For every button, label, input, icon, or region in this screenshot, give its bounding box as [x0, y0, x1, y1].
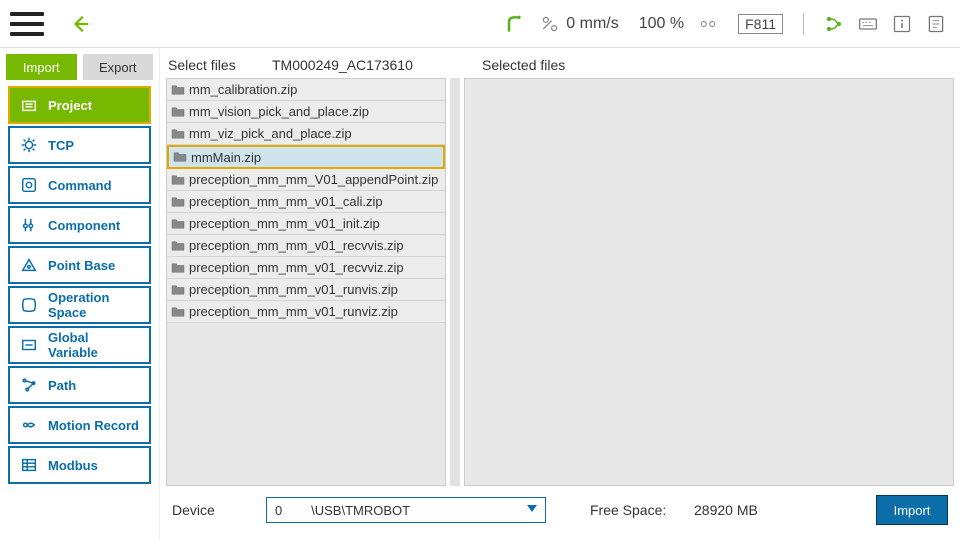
nav-icon: [20, 456, 38, 474]
file-icon: [171, 306, 185, 318]
nav-icon: [20, 296, 38, 314]
scrollbar[interactable]: [450, 78, 460, 486]
info-icon[interactable]: [892, 14, 912, 34]
file-name: preception_mm_mm_v01_runvis.zip: [189, 282, 398, 297]
file-name: preception_mm_mm_v01_init.zip: [189, 216, 380, 231]
link-icon: [698, 14, 718, 34]
file-name: preception_mm_mm_V01_appendPoint.zip: [189, 172, 438, 187]
file-name: mmMain.zip: [191, 150, 261, 165]
file-name: preception_mm_mm_v01_runviz.zip: [189, 304, 398, 319]
file-row[interactable]: preception_mm_mm_v01_recvvis.zip: [167, 235, 445, 257]
file-name: mm_vision_pick_and_place.zip: [189, 104, 369, 119]
nav-label: Command: [48, 178, 112, 193]
nav-icon: [20, 216, 38, 234]
file-icon: [173, 151, 187, 163]
selected-files-list[interactable]: [464, 78, 954, 486]
file-icon: [171, 106, 185, 118]
file-row[interactable]: preception_mm_mm_V01_appendPoint.zip: [167, 169, 445, 191]
device-dropdown[interactable]: 0 \USB\TMROBOT: [266, 497, 546, 523]
current-dir: TM000249_AC173610: [272, 57, 474, 73]
nav-item-motion-record[interactable]: Motion Record: [8, 406, 151, 444]
percent-value: 100 %: [639, 15, 684, 33]
file-icon: [171, 128, 185, 140]
nav-item-project[interactable]: Project: [8, 86, 151, 124]
file-icon: [171, 174, 185, 186]
file-icon: [171, 284, 185, 296]
nav-item-global-variable[interactable]: Global Variable: [8, 326, 151, 364]
nav-icon: [20, 376, 38, 394]
file-list[interactable]: mm_calibration.zip mm_vision_pick_and_pla…: [166, 78, 446, 486]
keyboard-icon[interactable]: [858, 14, 878, 34]
nav-label: Project: [48, 98, 92, 113]
divider: [803, 13, 804, 35]
tab-export[interactable]: Export: [83, 54, 154, 80]
file-row[interactable]: preception_mm_mm_v01_recvviz.zip: [167, 257, 445, 279]
file-row[interactable]: mm_viz_pick_and_place.zip: [167, 123, 445, 145]
nav-icon: [20, 96, 38, 114]
file-icon: [171, 262, 185, 274]
file-row[interactable]: mm_calibration.zip: [167, 79, 445, 101]
menu-icon[interactable]: [10, 12, 44, 36]
tab-import[interactable]: Import: [6, 54, 77, 80]
footer-bar: Device 0 \USB\TMROBOT Free Space: 28920 …: [166, 486, 954, 534]
file-name: preception_mm_mm_v01_recvviz.zip: [189, 260, 404, 275]
import-button[interactable]: Import: [876, 495, 948, 525]
sidebar: Import Export Project TCP Command Component…: [0, 48, 160, 540]
nav-label: Component: [48, 218, 120, 233]
back-icon[interactable]: [70, 13, 92, 35]
selected-files-label: Selected files: [474, 57, 954, 73]
top-toolbar: 0 mm/s 100 % F811: [0, 0, 960, 48]
file-row[interactable]: mm_vision_pick_and_place.zip: [167, 101, 445, 123]
nav-label: Point Base: [48, 258, 115, 273]
list-header: Select files TM000249_AC173610 Selected …: [166, 48, 954, 78]
nav-item-modbus[interactable]: Modbus: [8, 446, 151, 484]
nav-icon: [20, 256, 38, 274]
branch-icon[interactable]: [824, 14, 844, 34]
file-name: preception_mm_mm_v01_recvvis.zip: [189, 238, 404, 253]
status-code: F811: [738, 14, 783, 34]
file-icon: [171, 84, 185, 96]
robot-status-icon: [504, 14, 524, 34]
file-name: mm_calibration.zip: [189, 82, 297, 97]
nav-item-path[interactable]: Path: [8, 366, 151, 404]
nav-label: Operation Space: [48, 290, 139, 320]
free-space-label: Free Space:: [590, 502, 680, 518]
nav-label: Global Variable: [48, 330, 139, 360]
chevron-down-icon: [527, 505, 537, 512]
nav-label: Path: [48, 378, 76, 393]
nav-item-command[interactable]: Command: [8, 166, 151, 204]
file-row[interactable]: preception_mm_mm_v01_runvis.zip: [167, 279, 445, 301]
select-files-label: Select files: [168, 57, 272, 73]
nav-icon: [20, 416, 38, 434]
speed-icon: [538, 14, 562, 34]
file-icon: [171, 240, 185, 252]
file-icon: [171, 218, 185, 230]
nav-icon: [20, 176, 38, 194]
nav-icon: [20, 136, 38, 154]
file-row[interactable]: preception_mm_mm_v01_init.zip: [167, 213, 445, 235]
main-panel: Select files TM000249_AC173610 Selected …: [160, 48, 960, 540]
file-name: preception_mm_mm_v01_cali.zip: [189, 194, 383, 209]
nav-item-component[interactable]: Component: [8, 206, 151, 244]
nav-icon: [20, 336, 38, 354]
file-name: mm_viz_pick_and_place.zip: [189, 126, 352, 141]
file-row[interactable]: mmMain.zip: [167, 145, 445, 169]
nav-item-point-base[interactable]: Point Base: [8, 246, 151, 284]
feed-rate: 0 mm/s: [538, 14, 618, 34]
file-row[interactable]: preception_mm_mm_v01_runviz.zip: [167, 301, 445, 323]
file-icon: [171, 196, 185, 208]
device-label: Device: [172, 502, 252, 518]
file-row[interactable]: preception_mm_mm_v01_cali.zip: [167, 191, 445, 213]
nav-label: Motion Record: [48, 418, 139, 433]
document-icon[interactable]: [926, 14, 946, 34]
device-value: 0 \USB\TMROBOT: [275, 503, 410, 518]
status-bar: 0 mm/s 100 % F811: [504, 13, 946, 35]
nav-item-tcp[interactable]: TCP: [8, 126, 151, 164]
free-space-value: 28920 MB: [694, 502, 794, 518]
nav-label: TCP: [48, 138, 74, 153]
nav-item-operation-space[interactable]: Operation Space: [8, 286, 151, 324]
nav-label: Modbus: [48, 458, 98, 473]
speed-value: 0 mm/s: [566, 15, 618, 33]
